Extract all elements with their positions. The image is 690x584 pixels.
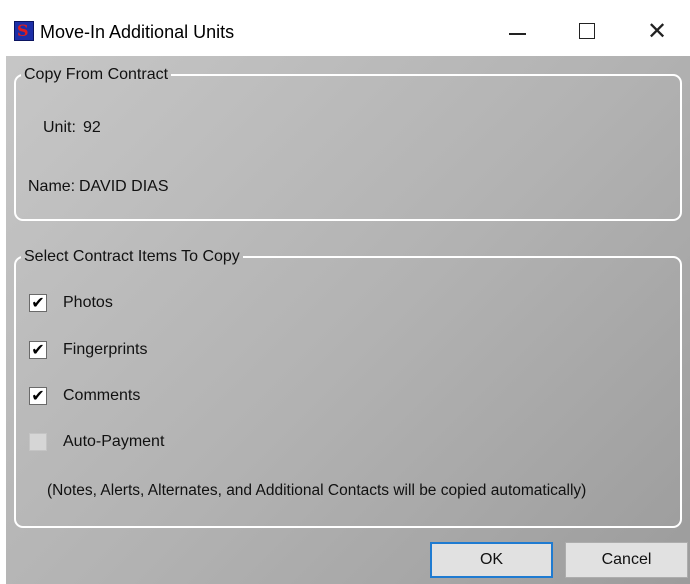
- maximize-icon: [579, 23, 595, 39]
- fingerprints-checkbox[interactable]: ✔: [29, 341, 47, 359]
- checkmark-icon: ✔: [31, 340, 45, 359]
- comments-checkbox[interactable]: ✔: [29, 387, 47, 405]
- checkmark-icon: ✔: [31, 293, 45, 312]
- window-title: Move-In Additional Units: [40, 22, 235, 42]
- unit-label: Unit:: [43, 119, 76, 136]
- dialog-window: S Move-In Additional Units ✕ Copy From C…: [6, 0, 690, 584]
- ok-button[interactable]: OK: [430, 542, 553, 578]
- copy-from-contract-group: Copy From Contract: [14, 66, 682, 221]
- auto-payment-label: Auto-Payment: [63, 433, 165, 450]
- copy-from-contract-legend: Copy From Contract: [24, 66, 169, 83]
- auto-copy-note: (Notes, Alerts, Alternates, and Addition…: [47, 482, 587, 499]
- photos-label[interactable]: Photos: [63, 293, 113, 313]
- auto-payment-checkbox[interactable]: [29, 433, 47, 451]
- close-button[interactable]: ✕: [634, 8, 680, 54]
- checkmark-icon: ✔: [31, 386, 45, 405]
- fingerprints-label[interactable]: Fingerprints: [63, 340, 147, 360]
- unit-value: 92: [83, 119, 101, 136]
- minimize-icon: [508, 33, 526, 35]
- name-label: Name:: [28, 178, 76, 195]
- minimize-button[interactable]: [494, 8, 540, 54]
- cancel-button[interactable]: Cancel: [565, 542, 688, 578]
- close-icon: ✕: [646, 17, 668, 45]
- name-value: DAVID DIAS: [79, 178, 169, 195]
- title-bar[interactable]: S Move-In Additional Units ✕: [6, 0, 690, 56]
- photos-checkbox[interactable]: ✔: [29, 294, 47, 312]
- select-contract-items-legend: Select Contract Items To Copy: [24, 248, 240, 265]
- comments-label[interactable]: Comments: [63, 386, 140, 406]
- app-s-logo-icon: S: [14, 21, 34, 41]
- maximize-button[interactable]: [564, 8, 610, 54]
